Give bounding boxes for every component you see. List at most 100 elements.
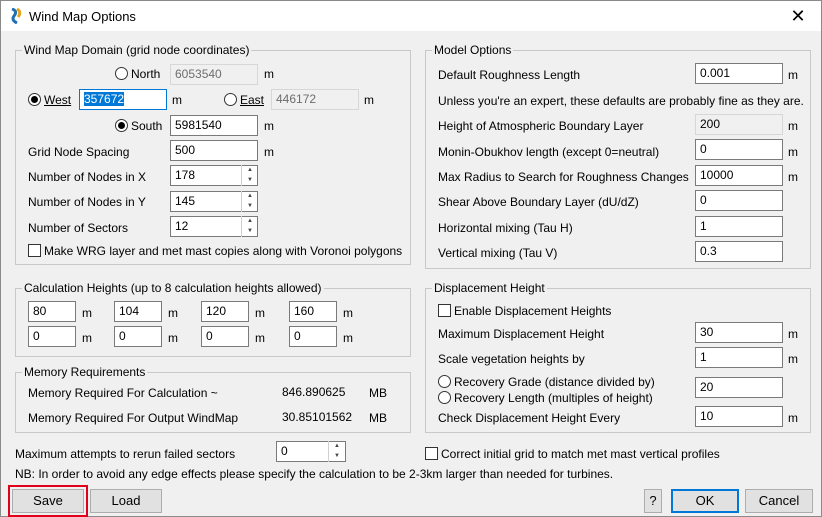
shear-label: Shear Above Boundary Layer (dU/dZ) bbox=[438, 195, 639, 209]
nodes-x-spinner[interactable]: ▲ ▼ bbox=[241, 165, 258, 186]
spin-down-icon[interactable]: ▼ bbox=[242, 175, 258, 185]
tau-h-input[interactable]: 1 bbox=[695, 216, 783, 237]
tau-h-label: Horizontal mixing (Tau H) bbox=[438, 221, 573, 235]
height-input-4[interactable]: 160 bbox=[289, 301, 337, 322]
recovery-grade-input[interactable]: 20 bbox=[695, 377, 783, 398]
memory-calc-unit: MB bbox=[369, 386, 387, 400]
height-input-1[interactable]: 80 bbox=[28, 301, 76, 322]
window-title: Wind Map Options bbox=[29, 9, 136, 24]
spin-down-icon[interactable]: ▼ bbox=[242, 226, 258, 236]
abl-input[interactable]: 200 bbox=[695, 114, 783, 135]
radius-unit: m bbox=[788, 170, 798, 184]
height-input-8[interactable]: 0 bbox=[289, 326, 337, 347]
recovery-length-radio[interactable] bbox=[438, 391, 451, 404]
enable-displacement-checkbox[interactable] bbox=[438, 304, 451, 317]
shear-input[interactable]: 0 bbox=[695, 190, 783, 211]
recovery-grade-label: Recovery Grade (distance divided by) bbox=[454, 375, 655, 389]
height-input-5[interactable]: 0 bbox=[28, 326, 76, 347]
roughness-unit: m bbox=[788, 68, 798, 82]
height-input-3[interactable]: 120 bbox=[201, 301, 249, 322]
load-button[interactable]: Load bbox=[90, 489, 162, 513]
height-unit: m bbox=[255, 331, 265, 345]
memory-calc-label: Memory Required For Calculation ~ bbox=[28, 386, 218, 400]
height-unit: m bbox=[168, 331, 178, 345]
spin-down-icon[interactable]: ▼ bbox=[329, 451, 345, 461]
sectors-spinner[interactable]: ▲ ▼ bbox=[241, 216, 258, 237]
spin-down-icon[interactable]: ▼ bbox=[242, 201, 258, 211]
south-radio[interactable] bbox=[115, 119, 128, 132]
height-input-7[interactable]: 0 bbox=[201, 326, 249, 347]
wrg-label: Make WRG layer and met mast copies along… bbox=[44, 244, 403, 258]
abl-unit: m bbox=[788, 119, 798, 133]
wrg-checkbox[interactable] bbox=[28, 244, 41, 257]
check-displacement-input[interactable]: 10 bbox=[695, 406, 783, 427]
east-label: East bbox=[240, 93, 265, 107]
mo-input[interactable]: 0 bbox=[695, 139, 783, 160]
enable-displacement-label: Enable Displacement Heights bbox=[454, 304, 612, 318]
height-input-2[interactable]: 104 bbox=[114, 301, 162, 322]
tau-v-input[interactable]: 0.3 bbox=[695, 241, 783, 262]
north-label: North bbox=[131, 67, 161, 81]
nodes-y-label: Number of Nodes in Y bbox=[28, 195, 146, 209]
check-displacement-unit: m bbox=[788, 411, 798, 425]
south-input[interactable]: 5981540 bbox=[170, 115, 258, 136]
spin-up-icon[interactable]: ▲ bbox=[242, 165, 258, 175]
nodes-y-spinner[interactable]: ▲ ▼ bbox=[241, 191, 258, 212]
memory-output-unit: MB bbox=[369, 411, 387, 425]
cancel-button[interactable]: Cancel bbox=[745, 489, 813, 513]
north-unit: m bbox=[264, 67, 274, 81]
correct-grid-label: Correct initial grid to match met mast v… bbox=[441, 447, 720, 461]
nodes-x-label: Number of Nodes in X bbox=[28, 170, 147, 184]
east-input[interactable]: 446172 bbox=[271, 89, 359, 110]
mo-label: Monin-Obukhov length (except 0=neutral) bbox=[438, 145, 660, 159]
north-input[interactable]: 6053540 bbox=[170, 64, 258, 85]
spacing-input[interactable]: 500 bbox=[170, 140, 258, 161]
south-label: South bbox=[131, 119, 163, 133]
check-displacement-label: Check Displacement Height Every bbox=[438, 411, 621, 425]
retries-spinner[interactable]: ▲ ▼ bbox=[328, 441, 345, 462]
height-unit: m bbox=[255, 306, 265, 320]
recovery-grade-radio[interactable] bbox=[438, 375, 451, 388]
domain-legend: Wind Map Domain (grid node coordinates) bbox=[24, 43, 250, 57]
spin-up-icon[interactable]: ▲ bbox=[242, 191, 258, 201]
close-icon[interactable]: ✕ bbox=[787, 5, 809, 27]
scale-vegetation-unit: m bbox=[788, 352, 798, 366]
correct-grid-checkbox[interactable] bbox=[425, 447, 438, 460]
recovery-length-label: Recovery Length (multiples of height) bbox=[454, 391, 653, 405]
north-radio[interactable] bbox=[115, 67, 128, 80]
abl-label: Height of Atmospheric Boundary Layer bbox=[438, 119, 644, 133]
spacing-unit: m bbox=[264, 145, 274, 159]
west-unit: m bbox=[172, 93, 182, 107]
height-input-6[interactable]: 0 bbox=[114, 326, 162, 347]
max-displacement-input[interactable]: 30 bbox=[695, 322, 783, 343]
roughness-label: Default Roughness Length bbox=[438, 68, 581, 82]
max-displacement-unit: m bbox=[788, 327, 798, 341]
height-unit: m bbox=[168, 306, 178, 320]
south-unit: m bbox=[264, 119, 274, 133]
east-radio[interactable] bbox=[224, 93, 237, 106]
sectors-label: Number of Sectors bbox=[28, 221, 129, 235]
max-displacement-label: Maximum Displacement Height bbox=[438, 327, 605, 341]
spacing-label: Grid Node Spacing bbox=[28, 145, 130, 159]
west-value: 357672 bbox=[84, 92, 125, 106]
memory-output-label: Memory Required For Output WindMap bbox=[28, 411, 239, 425]
ok-button[interactable]: OK bbox=[671, 489, 739, 513]
displacement-legend: Displacement Height bbox=[434, 281, 545, 295]
mo-unit: m bbox=[788, 145, 798, 159]
memory-calc-value: 846.890625 bbox=[277, 382, 361, 403]
retries-label: Maximum attempts to rerun failed sectors bbox=[15, 447, 236, 461]
radius-label: Max Radius to Search for Roughness Chang… bbox=[438, 170, 689, 184]
west-input[interactable]: 357672 bbox=[79, 89, 167, 110]
height-unit: m bbox=[343, 331, 353, 345]
scale-vegetation-input[interactable]: 1 bbox=[695, 347, 783, 368]
save-highlight bbox=[8, 485, 88, 517]
roughness-input[interactable]: 0.001 bbox=[695, 63, 783, 84]
east-unit: m bbox=[364, 93, 374, 107]
heights-legend: Calculation Heights (up to 8 calculation… bbox=[24, 281, 322, 295]
help-button[interactable]: ? bbox=[644, 489, 662, 513]
spin-up-icon[interactable]: ▲ bbox=[329, 441, 345, 451]
spin-up-icon[interactable]: ▲ bbox=[242, 216, 258, 226]
west-radio[interactable] bbox=[28, 93, 41, 106]
radius-input[interactable]: 10000 bbox=[695, 165, 783, 186]
scale-vegetation-label: Scale vegetation heights by bbox=[438, 352, 585, 366]
